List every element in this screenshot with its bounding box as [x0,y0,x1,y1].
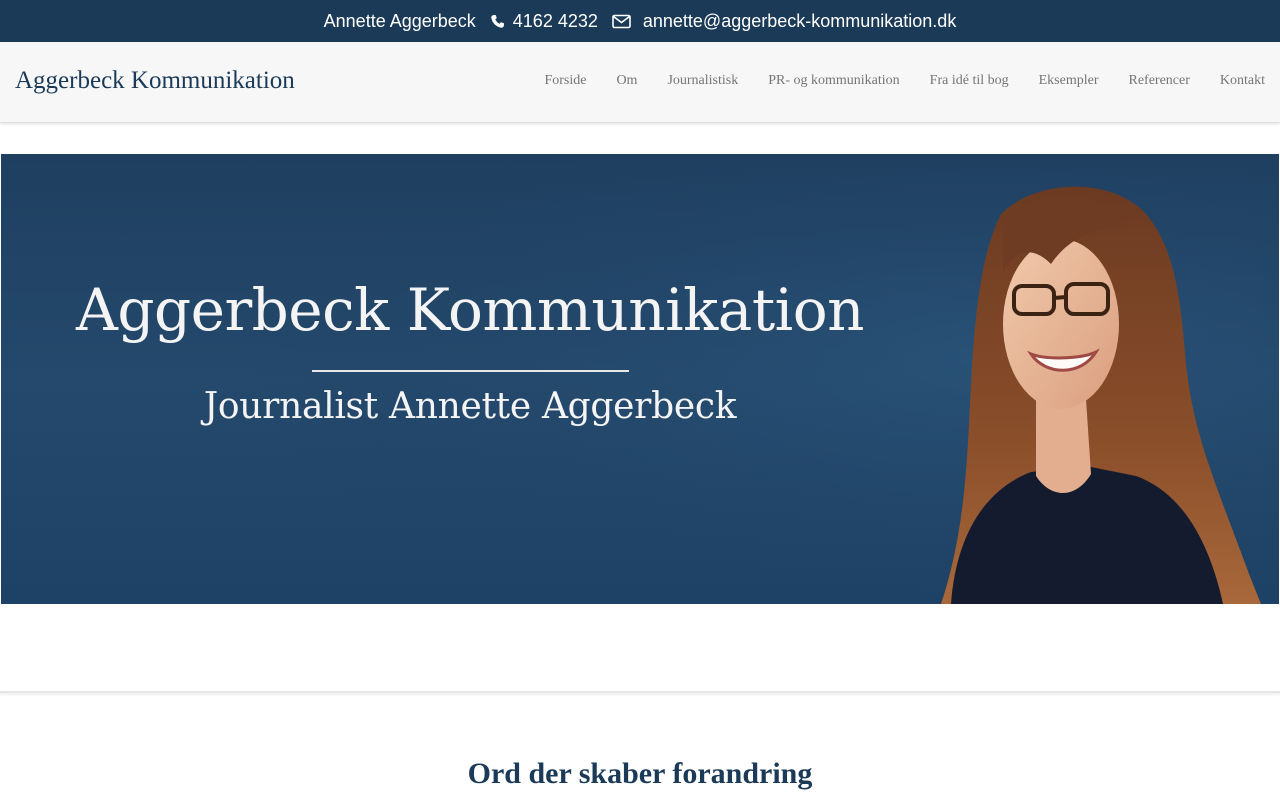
site-header: Aggerbeck Kommunikation Forside Om Journ… [0,42,1280,123]
main-nav: Forside Om Journalistisk PR- og kommunik… [544,73,1265,89]
contact-bar: Annette Aggerbeck 4162 4232 annette@agge… [0,0,1280,42]
section-heading: Ord der skaber forandring [467,757,813,790]
site-logo[interactable]: Aggerbeck Kommunikation [15,67,295,95]
contact-phone[interactable]: 4162 4232 [513,11,598,32]
hero-banner: Aggerbeck Kommunikation Journalist Annet… [1,154,1279,604]
hero-title: Aggerbeck Kommunikation [75,276,865,344]
phone-icon [490,14,505,29]
hero-subtitle: Journalist Annette Aggerbeck [203,386,737,427]
envelope-icon [612,14,631,29]
contact-email[interactable]: annette@aggerbeck-kommunikation.dk [643,11,956,32]
nav-item-eksempler[interactable]: Eksempler [1039,73,1099,89]
nav-item-pr-og-kommunikation[interactable]: PR- og kommunikation [768,73,899,89]
portrait-photo [1,154,1279,604]
nav-item-fra-ide-til-bog[interactable]: Fra idé til bog [930,73,1009,89]
nav-item-om[interactable]: Om [616,73,637,89]
nav-item-journalistisk[interactable]: Journalistisk [667,73,738,89]
nav-item-forside[interactable]: Forside [544,73,586,89]
nav-item-kontakt[interactable]: Kontakt [1220,73,1265,89]
contact-name: Annette Aggerbeck [323,10,476,31]
nav-item-referencer[interactable]: Referencer [1128,73,1189,89]
hero-divider [312,370,629,372]
hero-section: Aggerbeck Kommunikation Journalist Annet… [0,153,1280,693]
